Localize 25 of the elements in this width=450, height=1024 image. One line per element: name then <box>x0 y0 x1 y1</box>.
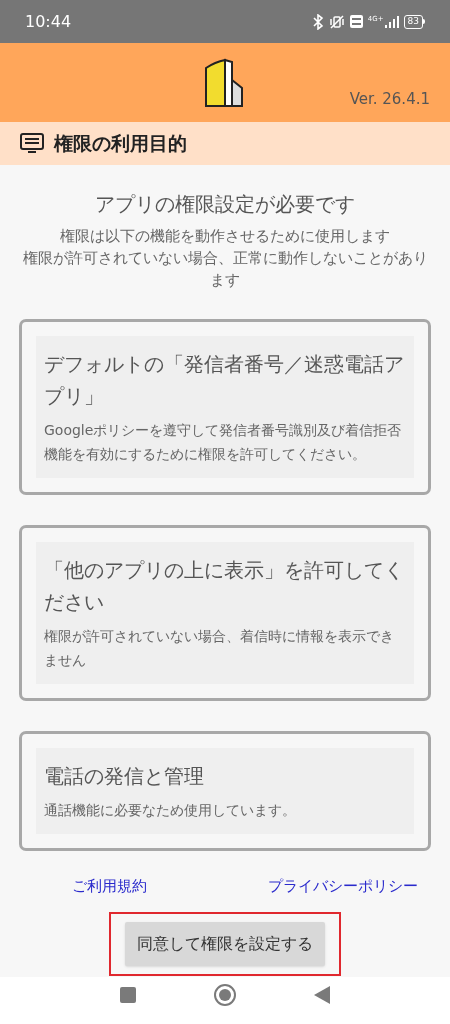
agree-button[interactable]: 同意して権限を設定する <box>125 922 325 966</box>
permission-description: Googleポリシーを遵守して発信者番号識別及び着信拒否機能を有効にするために権限を許可してください。 <box>44 421 403 464</box>
list-icon <box>20 132 44 155</box>
app-logo <box>205 57 245 108</box>
back-icon[interactable] <box>314 985 330 1004</box>
section-title: 権限の利用目的 <box>54 131 187 157</box>
battery-level: 83 <box>403 14 423 29</box>
signal-icon <box>384 15 399 28</box>
link[interactable]: ご利用規約 <box>72 875 147 912</box>
permission-title: デフォルトの「発信者番号／迷惑電話アプリ」 <box>44 351 405 410</box>
clock-time: 10:44 <box>25 10 72 33</box>
intro-heading: アプリの権限設定が必要です <box>95 191 355 218</box>
permission-description: 通話機能に必要なため使用しています。 <box>44 801 297 820</box>
link[interactable]: プライバシーポリシー <box>268 875 418 912</box>
vibrate-off-icon <box>328 13 345 30</box>
permission-description: 権限が許可されていない場合、着信時に情報を表示できません <box>44 627 395 670</box>
permission-title: 電話の発信と管理 <box>44 763 205 790</box>
volte-icon <box>349 15 363 28</box>
intro-text: 権限が許可されていない場合、正常に動作しないことがあります <box>21 249 429 290</box>
intro-text: 権限は以下の機能を動作させるために使用します <box>59 227 391 246</box>
home-icon[interactable] <box>214 983 236 1006</box>
permission-title: 「他のアプリの上に表示」を許可してください <box>44 557 405 616</box>
recent-apps-icon[interactable] <box>120 986 136 1003</box>
version-label: Ver. 26.4.1 <box>349 88 430 110</box>
bluetooth-icon <box>311 13 324 30</box>
